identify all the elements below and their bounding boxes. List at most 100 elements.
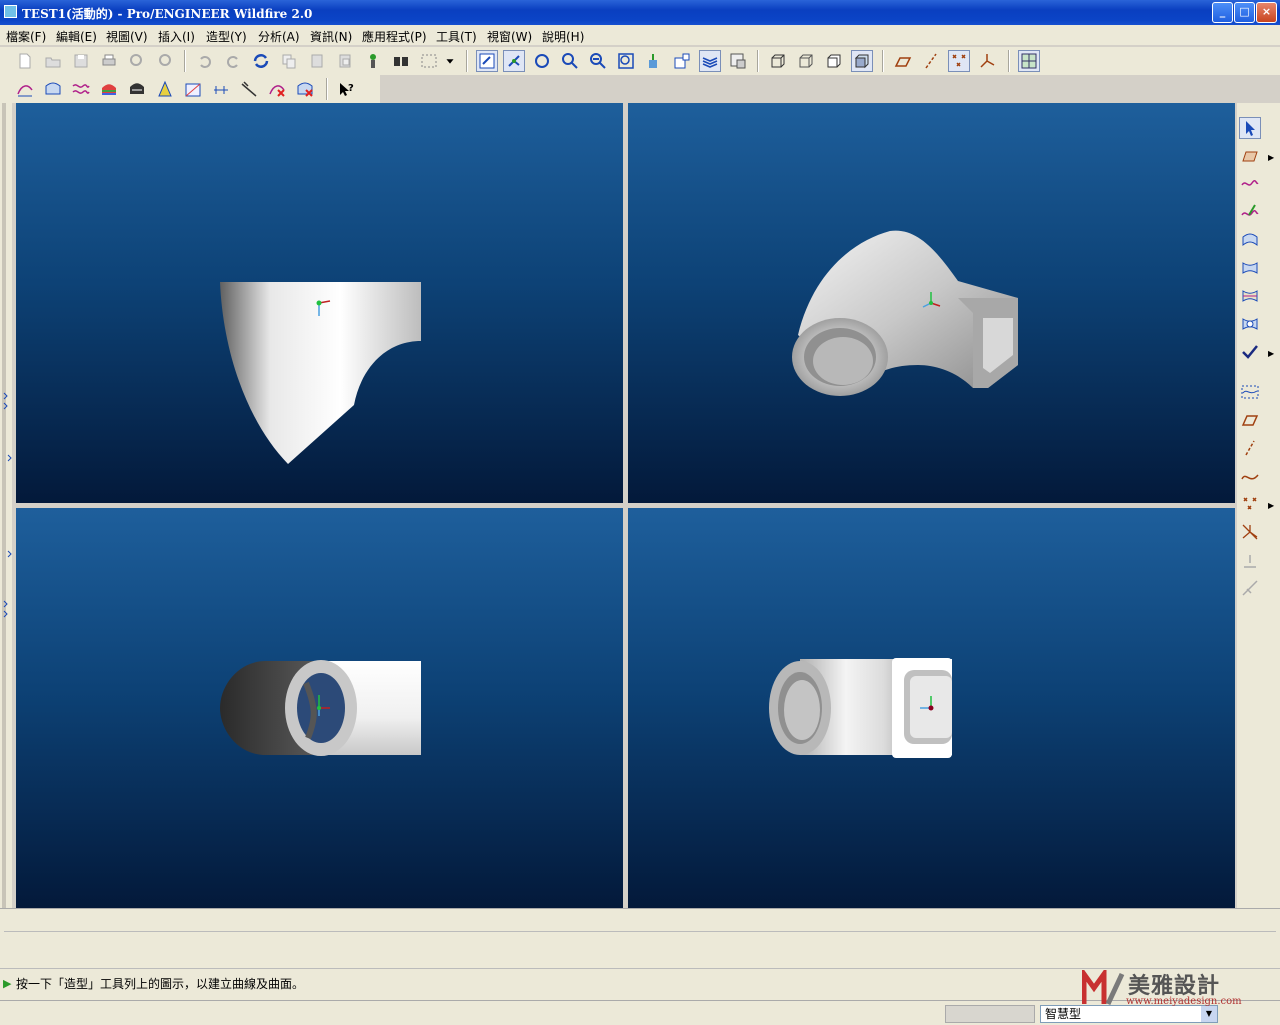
dashboard-area	[0, 908, 1280, 969]
app-icon[interactable]	[4, 5, 17, 18]
analysis-tool-icon[interactable]	[1239, 549, 1261, 571]
watermark-logo: 美雅設計 www.meiyadesign.com	[1082, 968, 1272, 1010]
datum-planes-icon[interactable]	[892, 50, 914, 72]
top-view[interactable]	[16, 508, 623, 908]
menu-file[interactable]: 檔案(F)	[6, 28, 46, 45]
loft-surface-icon[interactable]	[1239, 257, 1261, 279]
surface-analysis-icon[interactable]	[42, 78, 64, 100]
view-manager-icon[interactable]	[671, 50, 693, 72]
repaint-icon[interactable]	[476, 50, 498, 72]
close-button[interactable]: ×	[1256, 2, 1277, 23]
select-arrow-icon[interactable]	[1239, 117, 1261, 139]
paste-icon[interactable]	[306, 50, 328, 72]
watermark-mark	[1082, 970, 1125, 1006]
model-tree-icon[interactable]	[362, 50, 384, 72]
curve-analysis-icon[interactable]	[14, 78, 36, 100]
analysis-toolbar: ?	[0, 75, 380, 103]
csys-tool-icon[interactable]	[1239, 521, 1261, 543]
layers-icon[interactable]	[699, 50, 721, 72]
axis-tool-icon[interactable]	[1239, 437, 1261, 459]
dihedral-icon[interactable]	[210, 78, 232, 100]
part-front-shape	[220, 282, 421, 464]
toolbar-separator	[466, 50, 468, 72]
select-dropdown-icon[interactable]	[442, 50, 458, 72]
save-copy-icon[interactable]	[126, 50, 148, 72]
refit-icon[interactable]	[615, 50, 637, 72]
multi-view-icon[interactable]	[1018, 50, 1040, 72]
delete-surface-analysis-icon[interactable]	[294, 78, 316, 100]
new-icon[interactable]	[14, 50, 36, 72]
zoom-in-icon[interactable]	[559, 50, 581, 72]
menu-style[interactable]: 造型(Y)	[206, 28, 247, 45]
shading-icon[interactable]	[851, 50, 873, 72]
delete-curve-analysis-icon[interactable]	[266, 78, 288, 100]
redo-icon[interactable]	[222, 50, 244, 72]
boundary-surface-icon[interactable]	[1239, 229, 1261, 251]
save-icon[interactable]	[70, 50, 92, 72]
window-title: TEST1(活動的) - Pro/ENGINEER Wildfire 2.0	[22, 7, 313, 21]
left-panel-handle[interactable]	[0, 103, 12, 908]
active-plane-dropdown-icon[interactable]: ▶	[1268, 153, 1274, 162]
menu-applications[interactable]: 應用程式(P)	[362, 28, 427, 45]
wireframe-icon[interactable]	[767, 50, 789, 72]
undo-icon[interactable]	[194, 50, 216, 72]
menu-help[interactable]: 說明(H)	[542, 28, 584, 45]
menu-view[interactable]: 視圖(V)	[106, 28, 148, 45]
done-check-icon[interactable]	[1239, 341, 1261, 363]
paste-special-icon[interactable]	[334, 50, 356, 72]
menu-insert[interactable]: 插入(I)	[158, 28, 195, 45]
sketch-curve-icon[interactable]	[1239, 201, 1261, 223]
sketched-datum-icon[interactable]	[1239, 465, 1261, 487]
status-indicator	[945, 1005, 1035, 1023]
menu-bar: 檔案(F) 編輯(E) 視圖(V) 插入(I) 造型(Y) 分析(A) 資訊(N…	[0, 25, 1280, 45]
copy-icon[interactable]	[278, 50, 300, 72]
datum-axes-icon[interactable]	[920, 50, 942, 72]
curve-icon[interactable]	[1239, 173, 1261, 195]
print-icon[interactable]	[98, 50, 120, 72]
saved-views-icon[interactable]	[643, 50, 665, 72]
find-icon[interactable]	[390, 50, 412, 72]
curvature-icon[interactable]	[70, 78, 92, 100]
hidden-line-icon[interactable]	[795, 50, 817, 72]
curve-from-surface-icon[interactable]	[1239, 285, 1261, 307]
done-dropdown-icon[interactable]: ▶	[1268, 349, 1274, 358]
menu-tools[interactable]: 工具(T)	[436, 28, 477, 45]
menu-edit[interactable]: 編輯(E)	[56, 28, 97, 45]
connectivity-icon[interactable]	[238, 78, 260, 100]
isometric-view[interactable]	[628, 103, 1235, 503]
model-display-icon[interactable]	[727, 50, 749, 72]
minimize-button[interactable]: _	[1212, 2, 1233, 23]
no-hidden-icon[interactable]	[823, 50, 845, 72]
surface-trim-icon[interactable]	[1239, 313, 1261, 335]
datum-points-icon[interactable]	[948, 50, 970, 72]
right-view[interactable]	[628, 508, 1235, 908]
menu-info[interactable]: 資訊(N)	[310, 28, 352, 45]
plane-tool-icon[interactable]	[1239, 409, 1261, 431]
point-dropdown-icon[interactable]: ▶	[1268, 501, 1274, 510]
context-help-icon[interactable]: ?	[335, 78, 357, 100]
slope-icon[interactable]	[182, 78, 204, 100]
point-tool-icon[interactable]	[1239, 493, 1261, 515]
coordinate-systems-icon[interactable]	[976, 50, 998, 72]
trim-tool-icon[interactable]	[1239, 577, 1261, 599]
toolbar-separator	[757, 50, 759, 72]
style-toolbar: ▶ ▶ ▶	[1237, 103, 1280, 908]
main-toolbar	[0, 47, 1280, 75]
draft-icon[interactable]	[154, 78, 176, 100]
reflection-icon[interactable]	[98, 78, 120, 100]
curve-tool-icon[interactable]	[1239, 381, 1261, 403]
select-box-icon[interactable]	[418, 50, 440, 72]
menu-window[interactable]: 視窗(W)	[487, 28, 532, 45]
message-arrow-icon: ▶	[3, 977, 12, 990]
open-icon[interactable]	[42, 50, 64, 72]
shade-analysis-icon[interactable]	[126, 78, 148, 100]
zoom-out-icon[interactable]	[587, 50, 609, 72]
menu-analysis[interactable]: 分析(A)	[258, 28, 300, 45]
active-plane-icon[interactable]	[1239, 145, 1261, 167]
regenerate-icon[interactable]	[250, 50, 272, 72]
front-view[interactable]	[16, 103, 623, 503]
orient-icon[interactable]	[531, 50, 553, 72]
spin-center-icon[interactable]	[503, 50, 525, 72]
maximize-button[interactable]: □	[1234, 2, 1255, 23]
erase-icon[interactable]	[154, 50, 176, 72]
